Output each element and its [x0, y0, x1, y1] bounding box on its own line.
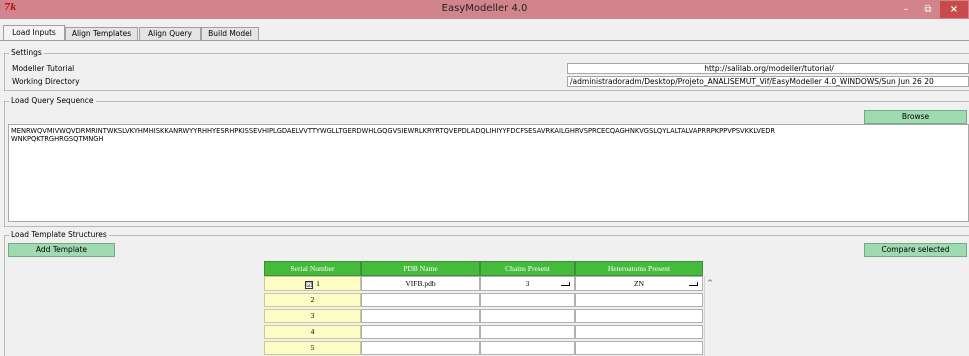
sequence-line: WNKPQKTRGHRGSQTMNGH: [11, 135, 104, 143]
pdb-name-cell[interactable]: [361, 309, 480, 323]
chains-cell[interactable]: [480, 309, 575, 323]
heteroatoms-combo[interactable]: ZN: [575, 276, 703, 291]
column-header-serial: Serial Number: [264, 261, 361, 276]
pdb-name-cell[interactable]: VIFB.pdb: [361, 276, 480, 291]
chains-cell[interactable]: [480, 341, 575, 355]
settings-title: Settings: [9, 48, 44, 58]
tab-align-query[interactable]: Align Query: [139, 27, 201, 41]
row-checkbox[interactable]: ☑: [305, 281, 314, 289]
tab-load-inputs[interactable]: Load Inputs: [3, 25, 65, 41]
template-structures-title: Load Template Structures: [9, 230, 109, 240]
pdb-name-cell[interactable]: [361, 325, 480, 339]
tab-build-model[interactable]: Build Model: [201, 27, 259, 41]
dropdown-arrow-icon[interactable]: [561, 282, 570, 286]
table-scrollbar[interactable]: [704, 276, 716, 356]
heteroatoms-cell[interactable]: [575, 325, 703, 339]
heteroatoms-cell[interactable]: [575, 309, 703, 323]
tab-bar: Load Inputs Align Templates Align Query …: [0, 20, 969, 41]
browse-button[interactable]: Browse: [864, 110, 967, 124]
pdb-name-cell[interactable]: [361, 341, 480, 355]
table-row-serial[interactable]: 5: [264, 341, 361, 355]
maximize-icon[interactable]: ⧉: [917, 1, 939, 18]
heteroatoms-cell[interactable]: [575, 293, 703, 307]
table-row-serial[interactable]: ☑ 1: [264, 276, 361, 291]
modeller-tutorial-field[interactable]: http://salilab.org/modeller/tutorial/: [567, 63, 969, 74]
chains-combo[interactable]: 3: [480, 276, 575, 291]
title-bar: 7k EasyModeller 4.0 – ⧉ ×: [0, 0, 969, 19]
working-directory-label: Working Directory: [12, 77, 80, 86]
modeller-tutorial-label: Modeller Tutorial: [12, 64, 75, 73]
chains-cell[interactable]: [480, 325, 575, 339]
close-icon[interactable]: ×: [940, 1, 968, 18]
query-sequence-title: Load Query Sequence: [9, 96, 96, 106]
pdb-name-cell[interactable]: [361, 293, 480, 307]
working-directory-field[interactable]: /administradoradm/Desktop/Projeto_ANALIS…: [567, 76, 969, 87]
table-row-serial[interactable]: 4: [264, 325, 361, 339]
heteroatoms-cell[interactable]: [575, 341, 703, 355]
column-header-pdb: PDB Name: [361, 261, 480, 276]
window-title: EasyModeller 4.0: [441, 3, 528, 14]
minimize-icon[interactable]: –: [895, 1, 917, 18]
query-sequence-textarea[interactable]: MENRWQVMIVWQVDRMRINTWKSLVKYHMHISKKANRWYY…: [8, 124, 969, 222]
table-row-serial[interactable]: 2: [264, 293, 361, 307]
compare-selected-button[interactable]: Compare selected: [864, 243, 967, 257]
tab-align-templates[interactable]: Align Templates: [65, 27, 138, 41]
add-template-button[interactable]: Add Template: [8, 243, 115, 257]
scroll-up-icon[interactable]: ^: [706, 279, 714, 287]
sequence-line: MENRWQVMIVWQVDRMRINTWKSLVKYHMHISKKANRWYY…: [11, 127, 775, 135]
dropdown-arrow-icon[interactable]: [689, 282, 698, 286]
chains-cell[interactable]: [480, 293, 575, 307]
tab-divider: [0, 40, 969, 41]
column-header-heteroatoms: Heteroatoms Present: [575, 261, 703, 276]
table-row-serial[interactable]: 3: [264, 309, 361, 323]
column-header-chains: Chains Present: [480, 261, 575, 276]
